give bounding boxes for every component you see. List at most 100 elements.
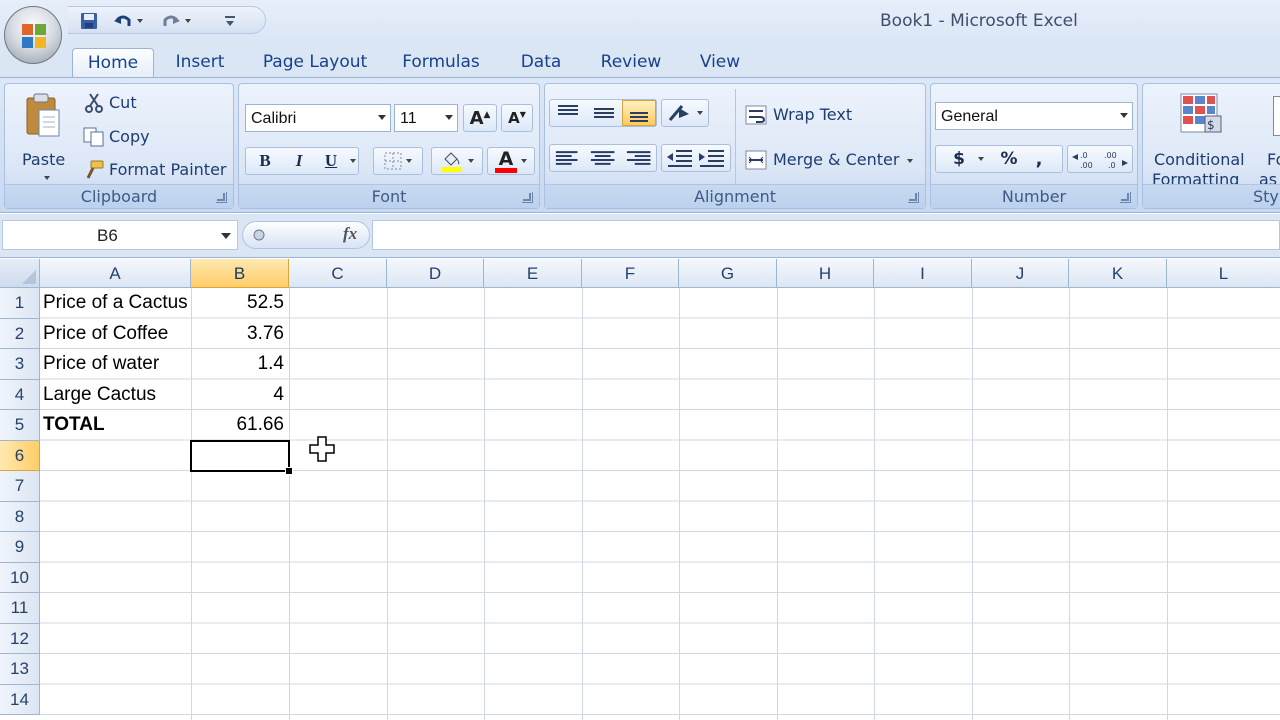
cell-b2[interactable]: 3.76 bbox=[191, 319, 289, 350]
cell-a1[interactable]: Price of a Cactus bbox=[40, 288, 191, 319]
column-header-f[interactable]: F bbox=[582, 259, 679, 288]
cut-button[interactable]: Cut bbox=[81, 91, 191, 115]
name-box-dropdown-icon[interactable] bbox=[221, 233, 231, 239]
align-right-icon[interactable] bbox=[621, 147, 656, 169]
percent-button[interactable]: % bbox=[994, 149, 1024, 169]
tab-formulas[interactable]: Formulas bbox=[392, 48, 490, 79]
row-header-13[interactable]: 13 bbox=[0, 654, 40, 685]
wrap-text-button[interactable]: Wrap Text bbox=[743, 102, 893, 128]
italic-button[interactable]: I bbox=[282, 151, 316, 171]
font-size-select[interactable]: 11 bbox=[394, 104, 458, 132]
cell-a3[interactable]: Price of water bbox=[40, 349, 191, 380]
grow-font-button[interactable]: A▲ bbox=[463, 104, 497, 132]
bold-button[interactable]: B bbox=[248, 151, 282, 171]
column-header-e[interactable]: E bbox=[484, 259, 582, 288]
title-bar: Book1 - Microsoft Excel bbox=[0, 0, 1280, 44]
alignment-launcher-icon[interactable] bbox=[908, 192, 919, 203]
currency-button[interactable]: $ bbox=[944, 149, 974, 169]
clipboard-launcher-icon[interactable] bbox=[216, 192, 227, 203]
wrap-text-label: Wrap Text bbox=[773, 105, 853, 124]
orientation-button[interactable] bbox=[661, 99, 709, 127]
row-header-9[interactable]: 9 bbox=[0, 532, 40, 563]
number-group: General $ % , .0.00 .00.0 Number bbox=[930, 83, 1138, 209]
column-header-c[interactable]: C bbox=[289, 259, 387, 288]
font-name-select[interactable]: Calibri bbox=[245, 104, 391, 132]
format-as-table-button[interactable]: Fo as bbox=[1257, 90, 1280, 184]
indent-buttons bbox=[661, 144, 731, 172]
row-header-10[interactable]: 10 bbox=[0, 562, 40, 593]
row-header-7[interactable]: 7 bbox=[0, 471, 40, 502]
conditional-formatting-button[interactable]: $ Conditional Formatting bbox=[1147, 90, 1251, 189]
decrease-indent-icon[interactable] bbox=[664, 147, 696, 169]
tab-home[interactable]: Home bbox=[72, 48, 154, 79]
resize-handle-icon[interactable] bbox=[251, 227, 267, 243]
cell-a5[interactable]: TOTAL bbox=[40, 410, 191, 441]
row-header-3[interactable]: 3 bbox=[0, 349, 40, 380]
number-launcher-icon[interactable] bbox=[1120, 192, 1131, 203]
format-as-table-label-1: Fo bbox=[1267, 150, 1280, 169]
row-header-12[interactable]: 12 bbox=[0, 623, 40, 654]
column-header-j[interactable]: J bbox=[972, 259, 1069, 288]
office-button[interactable] bbox=[4, 6, 62, 64]
tab-data[interactable]: Data bbox=[510, 48, 572, 79]
tab-page-layout[interactable]: Page Layout bbox=[255, 48, 375, 79]
underline-dropdown-icon[interactable] bbox=[350, 159, 356, 163]
row-header-5[interactable]: 5 bbox=[0, 410, 40, 441]
active-cell-b6[interactable] bbox=[190, 439, 293, 475]
font-launcher-icon[interactable] bbox=[522, 192, 533, 203]
column-header-d[interactable]: D bbox=[387, 259, 484, 288]
select-all-button[interactable] bbox=[0, 259, 40, 288]
wrap-text-icon bbox=[745, 105, 767, 125]
increase-indent-icon[interactable] bbox=[696, 147, 728, 169]
tab-view[interactable]: View bbox=[690, 48, 750, 79]
borders-button[interactable] bbox=[373, 147, 423, 175]
row-header-1[interactable]: 1 bbox=[0, 288, 40, 319]
decrease-decimal-icon[interactable]: .00.0 bbox=[1100, 148, 1130, 170]
formula-input[interactable] bbox=[372, 220, 1280, 250]
row-header-8[interactable]: 8 bbox=[0, 501, 40, 532]
column-header-g[interactable]: G bbox=[679, 259, 777, 288]
tab-insert[interactable]: Insert bbox=[162, 48, 238, 79]
merge-center-button[interactable]: Merge & Center bbox=[743, 147, 919, 173]
cell-b4[interactable]: 4 bbox=[191, 380, 289, 411]
column-header-h[interactable]: H bbox=[777, 259, 874, 288]
number-format-select[interactable]: General bbox=[935, 102, 1133, 130]
underline-button[interactable]: U bbox=[316, 151, 346, 171]
align-bottom-button[interactable] bbox=[622, 100, 656, 126]
styles-group: $ Conditional Formatting Fo as Styl bbox=[1142, 83, 1280, 209]
row-header-4[interactable]: 4 bbox=[0, 379, 40, 410]
column-header-i[interactable]: I bbox=[874, 259, 972, 288]
cell-a2[interactable]: Price of Coffee bbox=[40, 319, 191, 350]
row-header-2[interactable]: 2 bbox=[0, 318, 40, 349]
cell-b5[interactable]: 61.66 bbox=[191, 410, 289, 441]
grow-font-icon: A▲ bbox=[469, 107, 491, 129]
insert-function-button[interactable]: fx bbox=[343, 224, 357, 244]
align-top-icon[interactable] bbox=[550, 102, 586, 124]
paste-button[interactable]: Paste bbox=[15, 90, 75, 185]
name-box[interactable]: B6 bbox=[2, 220, 238, 250]
copy-button[interactable]: Copy bbox=[81, 125, 191, 149]
cell-b3[interactable]: 1.4 bbox=[191, 349, 289, 380]
increase-decimal-icon[interactable]: .0.00 bbox=[1070, 148, 1100, 170]
clipboard-icon bbox=[26, 93, 60, 137]
shrink-font-button[interactable]: A▼ bbox=[501, 104, 533, 132]
align-center-icon[interactable] bbox=[585, 147, 620, 169]
column-header-k[interactable]: K bbox=[1069, 259, 1167, 288]
align-middle-icon[interactable] bbox=[586, 102, 622, 124]
font-color-button[interactable]: A bbox=[487, 147, 535, 175]
format-painter-label: Format Painter bbox=[109, 160, 227, 179]
row-header-14[interactable]: 14 bbox=[0, 684, 40, 715]
row-header-11[interactable]: 11 bbox=[0, 593, 40, 624]
align-left-icon[interactable] bbox=[550, 147, 585, 169]
cell-a4[interactable]: Large Cactus bbox=[40, 380, 191, 411]
fill-color-button[interactable] bbox=[431, 147, 483, 175]
format-painter-button[interactable]: Format Painter bbox=[81, 158, 229, 182]
cell-b1[interactable]: 52.5 bbox=[191, 288, 289, 319]
tab-review[interactable]: Review bbox=[590, 48, 672, 79]
column-header-b[interactable]: B bbox=[191, 259, 289, 288]
column-header-a[interactable]: A bbox=[40, 259, 191, 288]
row-header-6[interactable]: 6 bbox=[0, 440, 40, 471]
column-header-l[interactable]: L bbox=[1167, 259, 1280, 288]
comma-button[interactable]: , bbox=[1024, 149, 1054, 170]
conditional-formatting-icon: $ bbox=[1180, 93, 1222, 133]
